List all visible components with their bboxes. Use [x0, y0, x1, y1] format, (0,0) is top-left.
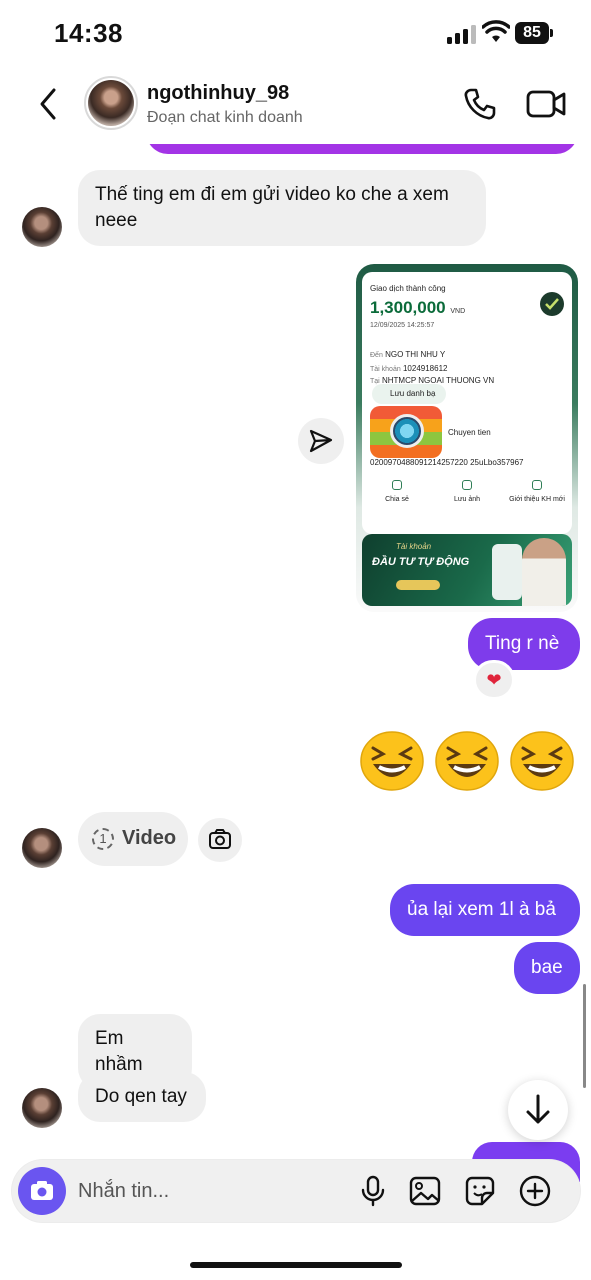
receipt-code: 0200970488091214257220 25uLbo357967: [370, 458, 524, 467]
cellular-signal-icon: [447, 24, 477, 44]
chat-subtitle: Đoạn chat kinh doanh: [147, 109, 303, 126]
sender-avatar: [22, 828, 62, 868]
receipt-action: Lưu ảnh: [437, 480, 497, 503]
chevron-left-icon[interactable]: [34, 84, 64, 124]
battery-level: 85: [515, 22, 549, 44]
plus-circle-icon[interactable]: [518, 1174, 552, 1208]
incoming-message[interactable]: Thế ting em đi em gửi video ko che a xem…: [78, 170, 486, 246]
outgoing-message[interactable]: bae: [514, 942, 580, 994]
status-bar: 14:38 85: [0, 0, 591, 66]
sender-avatar: [22, 1088, 62, 1128]
camera-icon[interactable]: [18, 1167, 66, 1215]
sender-avatar: [22, 207, 62, 247]
receipt-amount: 1,300,000 VND: [370, 298, 466, 317]
scrollbar[interactable]: [583, 984, 586, 1088]
check-icon: [540, 292, 564, 316]
receipt-actions: Chia sẻ Lưu ảnh Giới thiệu KH mới: [362, 480, 572, 503]
battery-icon: 85: [515, 22, 553, 44]
microphone-icon[interactable]: [356, 1174, 390, 1208]
view-once-video-message[interactable]: 1 Video: [78, 812, 188, 866]
laughing-emoji-icon: [435, 731, 499, 791]
outgoing-message[interactable]: ủa lại xem 1l à bả: [390, 884, 580, 936]
laughing-emoji-icon: [510, 731, 574, 791]
incoming-message[interactable]: Do qen tay: [78, 1072, 206, 1122]
send-icon[interactable]: [298, 418, 344, 464]
status-time: 14:38: [54, 18, 123, 48]
receipt-recipient: Đến NGO THI NHU Y: [370, 350, 446, 359]
contact-avatar[interactable]: [84, 76, 138, 130]
save-contact-chip: Lưu danh bạ: [372, 384, 446, 404]
banner-line1: Tài khoản: [396, 542, 432, 551]
receipt-banner: Tài khoản ĐẦU TƯ TỰ ĐỘNG: [362, 534, 572, 606]
view-once-icon: 1: [92, 828, 114, 850]
message-input[interactable]: Nhắn tin...: [78, 1160, 338, 1222]
sticker-icon[interactable]: [463, 1174, 497, 1208]
chat-header: ngothinhuy_98 Đoạn chat kinh doanh: [0, 66, 591, 144]
receipt-account: Tài khoản 1024918612: [370, 364, 448, 373]
banner-line2: ĐẦU TƯ TỰ ĐỘNG: [372, 556, 470, 568]
contact-name[interactable]: ngothinhuy_98: [147, 82, 289, 105]
arrow-down-icon[interactable]: [508, 1080, 568, 1140]
receipt-image[interactable]: Giao dịch thành công 1,300,000 VND 12/09…: [356, 264, 578, 612]
camera-icon[interactable]: [198, 818, 242, 862]
receipt-note: Chuyen tien: [448, 428, 491, 437]
receipt-action: Chia sẻ: [367, 480, 427, 503]
wifi-icon: [482, 20, 510, 42]
image-icon[interactable]: [408, 1174, 442, 1208]
video-label: Video: [122, 827, 177, 849]
receipt-datetime: 12/09/2025 14:25:57: [370, 322, 435, 329]
camera-sticker-icon: [370, 406, 442, 458]
phone-icon[interactable]: [462, 86, 498, 122]
laughing-emoji-icon: [360, 731, 424, 791]
message-composer: Nhắn tin...: [12, 1160, 580, 1222]
video-camera-icon[interactable]: [526, 88, 566, 120]
heart-reaction-icon[interactable]: ❤: [473, 660, 515, 700]
receipt-status: Giao dịch thành công: [370, 284, 446, 293]
home-indicator[interactable]: [190, 1262, 402, 1268]
receipt-action: Giới thiệu KH mới: [507, 480, 567, 503]
receipt-card: Giao dịch thành công 1,300,000 VND 12/09…: [362, 272, 572, 534]
